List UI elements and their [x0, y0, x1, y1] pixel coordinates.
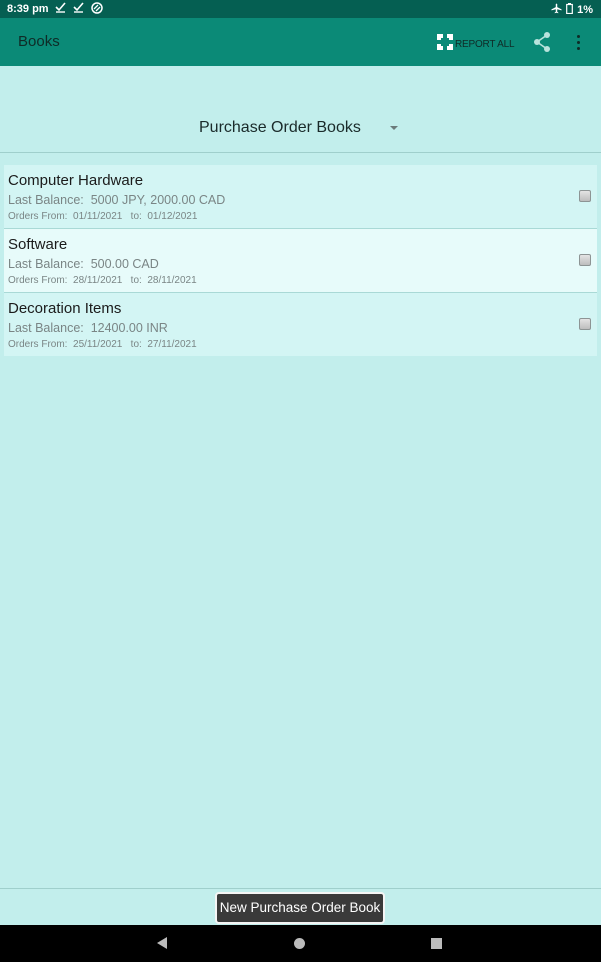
to-label: to: [130, 339, 142, 350]
from-label: Orders From: [8, 339, 68, 350]
from-date: 25/11/2021 [73, 339, 123, 350]
from-label: Orders From: [8, 275, 68, 286]
more-options-button[interactable] [571, 32, 585, 52]
share-icon [533, 32, 551, 56]
book-balance: Last Balance: 500.00 CAD [8, 257, 159, 271]
dropdown-arrow-icon [390, 126, 398, 130]
airplane-icon [551, 3, 562, 17]
book-dates: Orders From: 25/11/2021 to: 27/11/2021 [8, 339, 197, 350]
balance-value: 5000 JPY, 2000.00 CAD [90, 193, 226, 207]
book-checkbox[interactable] [579, 254, 591, 266]
books-list: Computer Hardware Last Balance: 5000 JPY… [4, 165, 597, 356]
new-purchase-order-book-button[interactable]: New Purchase Order Book [215, 892, 385, 924]
balance-value: 12400.00 INR [90, 321, 168, 335]
battery-percent: 1% [577, 4, 593, 16]
book-dates: Orders From: 28/11/2021 to: 28/11/2021 [8, 275, 197, 286]
report-all-button[interactable]: REPORT ALL [437, 34, 515, 55]
book-dates: Orders From: 01/11/2021 to: 01/12/2021 [8, 211, 197, 222]
status-time: 8:39 pm [7, 3, 49, 15]
balance-label: Last Balance: [8, 193, 84, 207]
spinner-selected: Purchase Order Books [199, 119, 361, 136]
to-date: 28/11/2021 [147, 275, 197, 286]
checkmark-icon [55, 2, 66, 16]
system-nav-bar [0, 925, 601, 962]
to-date: 01/12/2021 [147, 211, 198, 222]
to-label: to: [130, 211, 142, 222]
balance-label: Last Balance: [8, 257, 84, 271]
report-all-icon [437, 34, 453, 55]
book-checkbox[interactable] [579, 190, 591, 202]
home-icon[interactable] [294, 938, 305, 949]
app-bar: Books REPORT ALL [0, 18, 601, 66]
book-balance: Last Balance: 12400.00 INR [8, 321, 168, 335]
report-all-label: REPORT ALL [455, 39, 515, 50]
book-row[interactable]: Computer Hardware Last Balance: 5000 JPY… [4, 165, 597, 229]
from-date: 28/11/2021 [73, 275, 123, 286]
checkmark-icon [73, 2, 84, 16]
book-row[interactable]: Decoration Items Last Balance: 12400.00 … [4, 293, 597, 356]
book-name: Software [8, 236, 68, 253]
divider [0, 888, 601, 889]
book-balance: Last Balance: 5000 JPY, 2000.00 CAD [8, 193, 225, 207]
sync-icon [91, 2, 103, 17]
share-button[interactable] [533, 32, 551, 57]
to-label: to: [130, 275, 142, 286]
back-icon[interactable] [157, 937, 167, 949]
more-vert-icon [571, 35, 585, 50]
from-date: 01/11/2021 [73, 211, 123, 222]
book-row[interactable]: Software Last Balance: 500.00 CAD Orders… [4, 229, 597, 293]
divider [0, 152, 601, 153]
status-bar: 8:39 pm 1% [0, 0, 601, 18]
balance-value: 500.00 CAD [90, 257, 159, 271]
status-right: 1% [551, 3, 593, 17]
page-title: Books [18, 33, 60, 50]
battery-icon [566, 3, 573, 17]
from-label: Orders From: [8, 211, 68, 222]
recent-apps-icon[interactable] [431, 938, 442, 949]
book-checkbox[interactable] [579, 318, 591, 330]
book-type-spinner[interactable]: Purchase Order Books [0, 110, 601, 146]
book-name: Computer Hardware [8, 172, 144, 189]
balance-label: Last Balance: [8, 321, 84, 335]
to-date: 27/11/2021 [147, 339, 197, 350]
book-name: Decoration Items [8, 300, 122, 317]
